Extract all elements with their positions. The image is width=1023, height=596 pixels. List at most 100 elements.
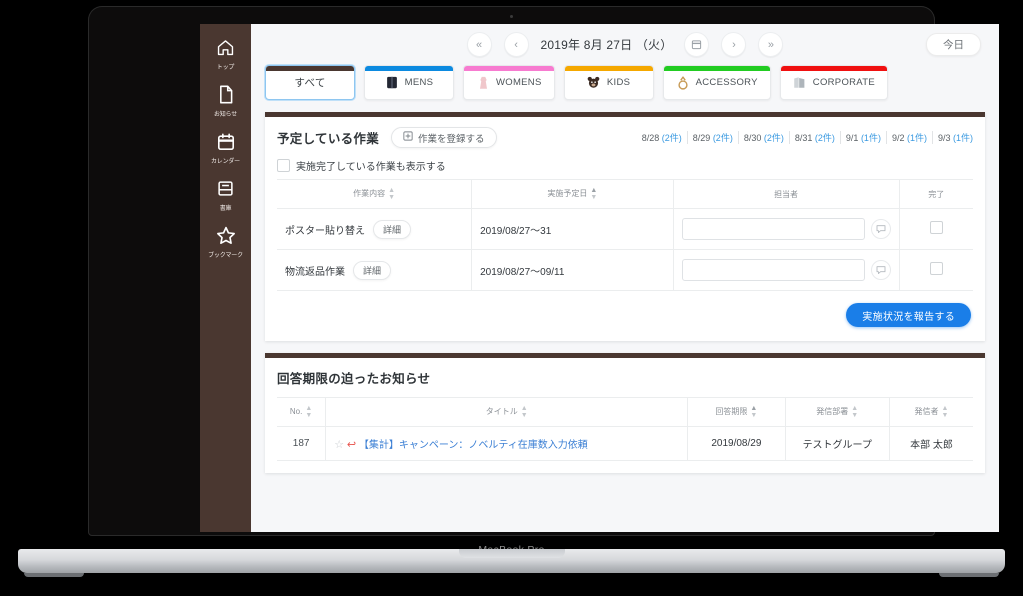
current-date-label: 2019年 8月 27日 （火） <box>540 38 673 52</box>
sidebar-item-bookmark[interactable]: ブックマーク <box>200 218 251 265</box>
application-window: トップ お知らせ カレンダー 書庫 ブックマーク « ‹ 2019年 8月 27… <box>200 24 999 532</box>
sort-icon: ▲ ▼ <box>941 405 949 419</box>
tab-accessory-label: ACCESSORY <box>695 77 758 88</box>
tasks-table-header-row: 作業内容 ▲ ▼ 実施予定日 ▲ ▼ 担当者 完了 <box>277 179 973 209</box>
sidebar-item-top-label: トップ <box>216 64 235 71</box>
task-detail-button[interactable]: 詳細 <box>353 260 392 280</box>
column-label: 担当者 <box>774 189 799 199</box>
comment-icon[interactable] <box>870 260 891 280</box>
notice-tag: 【集計】 <box>358 440 399 451</box>
day-link-count: (1件) <box>953 133 973 143</box>
day-link-date: 8/28 <box>641 133 660 143</box>
today-button[interactable]: 今日 <box>926 33 981 56</box>
notice-title-cell: ☆ ↩ 【集計】キャンペーン：ノベルティ在庫数入力依頼 <box>325 426 688 461</box>
task-schedule-cell: 2019/08/27〜31 <box>471 208 674 250</box>
star-outline-icon[interactable]: ☆ <box>334 439 344 451</box>
tab-womens-label: WOMENS <box>496 77 542 88</box>
tab-womens[interactable]: WOMENS <box>463 65 555 100</box>
day-link[interactable]: 8/30 (2件) <box>739 131 790 144</box>
sidebar-item-library[interactable]: 書庫 <box>200 171 251 218</box>
tab-kids[interactable]: KIDS <box>563 65 654 100</box>
day-link[interactable]: 9/3 (1件) <box>933 131 973 144</box>
sidebar-item-top[interactable]: トップ <box>200 30 251 77</box>
day-link[interactable]: 8/29 (2件) <box>688 131 739 144</box>
content-scroll-area[interactable]: 予定している作業 作業を登録する 8/28 (2件) 8/29 (2件) 8/3… <box>251 112 999 532</box>
show-completed-checkbox[interactable] <box>277 159 290 172</box>
prev-day-button[interactable]: ‹ <box>503 32 529 57</box>
calendar-picker-icon[interactable] <box>684 32 710 57</box>
column-header-no[interactable]: No. ▲ ▼ <box>277 397 326 427</box>
bear-icon <box>587 76 601 90</box>
show-completed-label: 実施完了している作業も表示する <box>296 162 446 173</box>
day-link-count: (2件) <box>661 133 682 143</box>
tab-all[interactable]: すべて <box>265 65 355 100</box>
book-icon <box>200 178 251 200</box>
last-page-button[interactable]: » <box>758 32 784 57</box>
comment-icon[interactable] <box>870 219 891 239</box>
notice-title-link[interactable]: 【集計】キャンペーン：ノベルティ在庫数入力依頼 <box>359 440 588 451</box>
notices-section-title: 回答期限の迫ったお知らせ <box>277 372 431 386</box>
column-label: タイトル <box>485 407 518 417</box>
show-completed-row: 実施完了している作業も表示する <box>277 158 973 173</box>
tab-corporate[interactable]: CORPORATE <box>779 65 888 100</box>
notice-department-cell: テストグループ <box>784 426 890 461</box>
tab-mens-label: MENS <box>404 77 434 88</box>
tasks-table: 作業内容 ▲ ▼ 実施予定日 ▲ ▼ 担当者 完了 ポスター貼り替え 詳細 20… <box>277 179 973 291</box>
column-header-deadline[interactable]: 回答期限 ▲ ▼ <box>687 397 786 427</box>
date-navigation-bar: « ‹ 2019年 8月 27日 （火） › » 今日 <box>251 24 999 65</box>
task-done-checkbox[interactable] <box>929 221 943 234</box>
assignee-input[interactable] <box>681 259 865 281</box>
sort-icon: ▲ ▼ <box>520 405 528 419</box>
table-row: 物流返品作業 詳細 2019/08/27〜09/11 <box>277 249 973 291</box>
column-header-title[interactable]: タイトル ▲ ▼ <box>325 397 688 427</box>
task-name: 物流返品作業 <box>285 266 345 278</box>
calendar-icon <box>200 131 251 153</box>
column-header-sender[interactable]: 発信者 ▲ ▼ <box>888 397 973 427</box>
column-label: 発信者 <box>914 407 939 417</box>
report-status-button[interactable]: 実施状況を報告する <box>846 303 971 327</box>
day-link-count: (2件) <box>712 133 733 143</box>
laptop-base <box>18 549 1005 573</box>
day-link-date: 8/29 <box>692 133 711 143</box>
task-detail-button[interactable]: 詳細 <box>373 219 412 239</box>
tab-accessory[interactable]: ACCESSORY <box>662 65 771 100</box>
day-link-date: 8/31 <box>794 133 813 143</box>
tab-color-bar <box>464 66 554 71</box>
task-done-cell <box>898 249 973 291</box>
notice-sender-cell: 本部 太郎 <box>888 426 973 461</box>
tab-mens[interactable]: MENS <box>364 65 454 100</box>
day-link-count: (2件) <box>763 133 784 143</box>
main-content: « ‹ 2019年 8月 27日 （火） › » 今日 すべて MENS WOM… <box>251 24 999 532</box>
sidebar-item-calendar[interactable]: カレンダー <box>200 124 251 171</box>
day-link[interactable]: 9/1 (1件) <box>841 131 887 144</box>
screenshot-stage: MacBook Pro トップ <box>0 0 1023 596</box>
sidebar-item-bookmark-label: ブックマーク <box>208 252 243 259</box>
day-link[interactable]: 9/2 (1件) <box>887 131 933 144</box>
tab-color-bar <box>780 66 887 71</box>
home-icon <box>200 37 251 59</box>
task-done-checkbox[interactable] <box>929 262 943 275</box>
assignee-input[interactable] <box>681 218 865 240</box>
column-label: 回答期限 <box>715 407 748 417</box>
table-row: 187 ☆ ↩ 【集計】キャンペーン：ノベルティ在庫数入力依頼 2019/08/… <box>277 426 973 461</box>
column-header-department[interactable]: 発信部署 ▲ ▼ <box>784 397 890 427</box>
notice-deadline-cell: 2019/08/29 <box>687 426 786 461</box>
day-link[interactable]: 8/28 (2件) <box>637 131 688 144</box>
laptop-lid: MacBook Pro トップ <box>88 6 999 556</box>
document-icon <box>200 84 251 106</box>
tab-color-bar <box>365 66 453 71</box>
column-header-task-name[interactable]: 作業内容 ▲ ▼ <box>277 179 472 209</box>
column-label: 実施予定日 <box>547 189 588 199</box>
next-day-button[interactable]: › <box>721 32 747 57</box>
sidebar-item-notices[interactable]: お知らせ <box>200 77 251 124</box>
task-assignee-cell <box>672 208 900 250</box>
sort-icon: ▲ ▼ <box>851 405 859 419</box>
column-header-schedule[interactable]: 実施予定日 ▲ ▼ <box>471 179 674 209</box>
register-task-button[interactable]: 作業を登録する <box>391 127 497 148</box>
day-link-count: (2件) <box>814 133 835 143</box>
column-label: 完了 <box>928 189 945 199</box>
day-link[interactable]: 8/31 (2件) <box>790 131 841 144</box>
first-page-button[interactable]: « <box>466 32 492 57</box>
sidebar-item-calendar-label: カレンダー <box>210 158 240 165</box>
day-link-date: 9/1 <box>845 133 859 143</box>
